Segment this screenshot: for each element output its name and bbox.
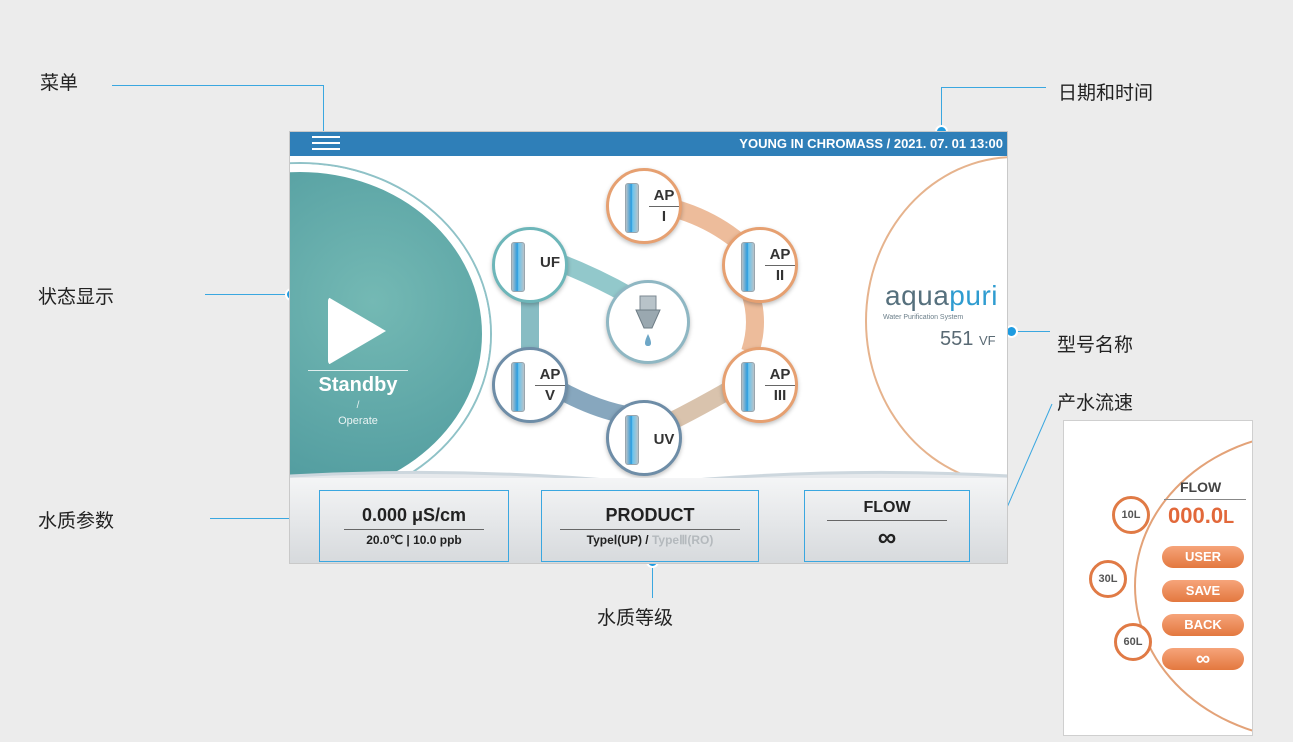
node-ap1-bottom: I <box>661 208 667 225</box>
quality-params-panel[interactable]: 0.000 μS/cm 20.0℃ | 10.0 ppb <box>319 490 509 562</box>
node-uf[interactable]: UF <box>492 227 568 303</box>
leader-status <box>205 294 293 295</box>
callout-status: 状态显示 <box>38 286 115 308</box>
liter-30[interactable]: 30L <box>1089 560 1127 598</box>
node-ap1-label: AP I <box>649 187 679 226</box>
save-button[interactable]: SAVE <box>1162 580 1244 602</box>
node-uf-label: UF <box>540 254 560 271</box>
panel-divider <box>827 520 947 521</box>
node-ap2-top: AP <box>769 246 791 263</box>
model-number: 551 <box>940 328 974 350</box>
filter-tube-icon <box>511 242 525 292</box>
user-button[interactable]: USER <box>1162 546 1244 568</box>
model-name: 551 VF <box>940 328 996 351</box>
brand-tagline: Water Purification System <box>883 314 964 321</box>
bottom-bar: 0.000 μS/cm 20.0℃ | 10.0 ppb PRODUCT Typ… <box>290 478 1007 563</box>
liter-60[interactable]: 60L <box>1114 623 1152 661</box>
filter-tube-icon <box>625 183 639 233</box>
callout-flowrate: 产水流速 <box>1057 392 1134 414</box>
node-ap3-label: AP III <box>765 366 795 405</box>
filter-tube-icon <box>625 415 639 465</box>
node-ap2[interactable]: AP II <box>722 227 798 303</box>
dispenser-icon <box>635 295 661 346</box>
dispenser-node[interactable] <box>606 280 690 364</box>
node-ap5-bottom: V <box>544 387 555 404</box>
brand-name-b: puri <box>949 280 998 311</box>
callout-model: 型号名称 <box>1057 334 1134 356</box>
node-ap2-bottom: II <box>775 267 785 284</box>
filter-tube-icon <box>511 362 525 412</box>
node-ap5[interactable]: AP V <box>492 347 568 423</box>
filter-tube-icon <box>741 242 755 292</box>
conductivity-value: 0.000 μS/cm <box>361 505 467 525</box>
node-ap3[interactable]: AP III <box>722 347 798 423</box>
liter-10[interactable]: 10L <box>1112 496 1150 534</box>
leader-menu <box>112 85 324 86</box>
callout-menu: 菜单 <box>40 72 79 94</box>
callout-quality-grade: 水质等级 <box>597 607 674 629</box>
leader-datetime <box>941 87 1046 88</box>
leader-flow-diag <box>1001 403 1053 520</box>
callout-datetime: 日期和时间 <box>1058 82 1154 104</box>
flow-title-divider <box>1164 499 1246 500</box>
flow-label: FLOW <box>863 499 911 516</box>
leader-menu-v <box>323 85 324 135</box>
node-ap3-bottom: III <box>773 387 787 404</box>
quality-grade-panel[interactable]: PRODUCT TypeⅠ(UP) / TypeⅢ(RO) <box>541 490 759 562</box>
brand-name-a: aqua <box>885 280 950 311</box>
flow-infinity: ∞ <box>877 522 897 552</box>
filter-tube-icon <box>741 362 755 412</box>
flow-value: 000.0L <box>1168 503 1234 529</box>
node-ap2-label: AP II <box>765 246 795 285</box>
device-screen: YOUNG IN CHROMASS / 2021. 07. 01 13:00 S… <box>289 131 1008 564</box>
back-button[interactable]: BACK <box>1162 614 1244 636</box>
node-ap1[interactable]: AP I <box>606 168 682 244</box>
callout-quality-params: 水质参数 <box>38 510 115 532</box>
flow-popup: FLOW 000.0L 10L 30L 60L USER SAVE BACK ∞ <box>1063 420 1253 736</box>
node-ap5-top: AP <box>539 366 561 383</box>
node-uv-label: UV <box>653 431 675 448</box>
type-grade: TypeⅠ(UP) / TypeⅢ(RO) <box>542 533 758 547</box>
flow-value-number: 000.0 <box>1168 503 1224 528</box>
temp-ppb-value: 20.0℃ | 10.0 ppb <box>366 533 462 547</box>
flow-title: FLOW <box>1180 479 1222 495</box>
node-ap1-top: AP <box>653 187 675 204</box>
brand-logo: aquapuri <box>885 280 998 312</box>
model-suffix: VF <box>978 333 996 348</box>
type-inactive: TypeⅢ(RO) <box>651 533 714 547</box>
flow-value-unit: L <box>1223 507 1235 527</box>
node-ap3-top: AP <box>769 366 791 383</box>
flow-panel[interactable]: FLOW ∞ <box>804 490 970 562</box>
node-ap5-label: AP V <box>535 366 565 405</box>
infinity-button[interactable]: ∞ <box>1162 648 1244 670</box>
panel-divider <box>560 529 740 530</box>
type-active: TypeⅠ(UP) / <box>586 533 649 547</box>
product-label: PRODUCT <box>605 505 695 525</box>
panel-divider <box>344 529 484 530</box>
